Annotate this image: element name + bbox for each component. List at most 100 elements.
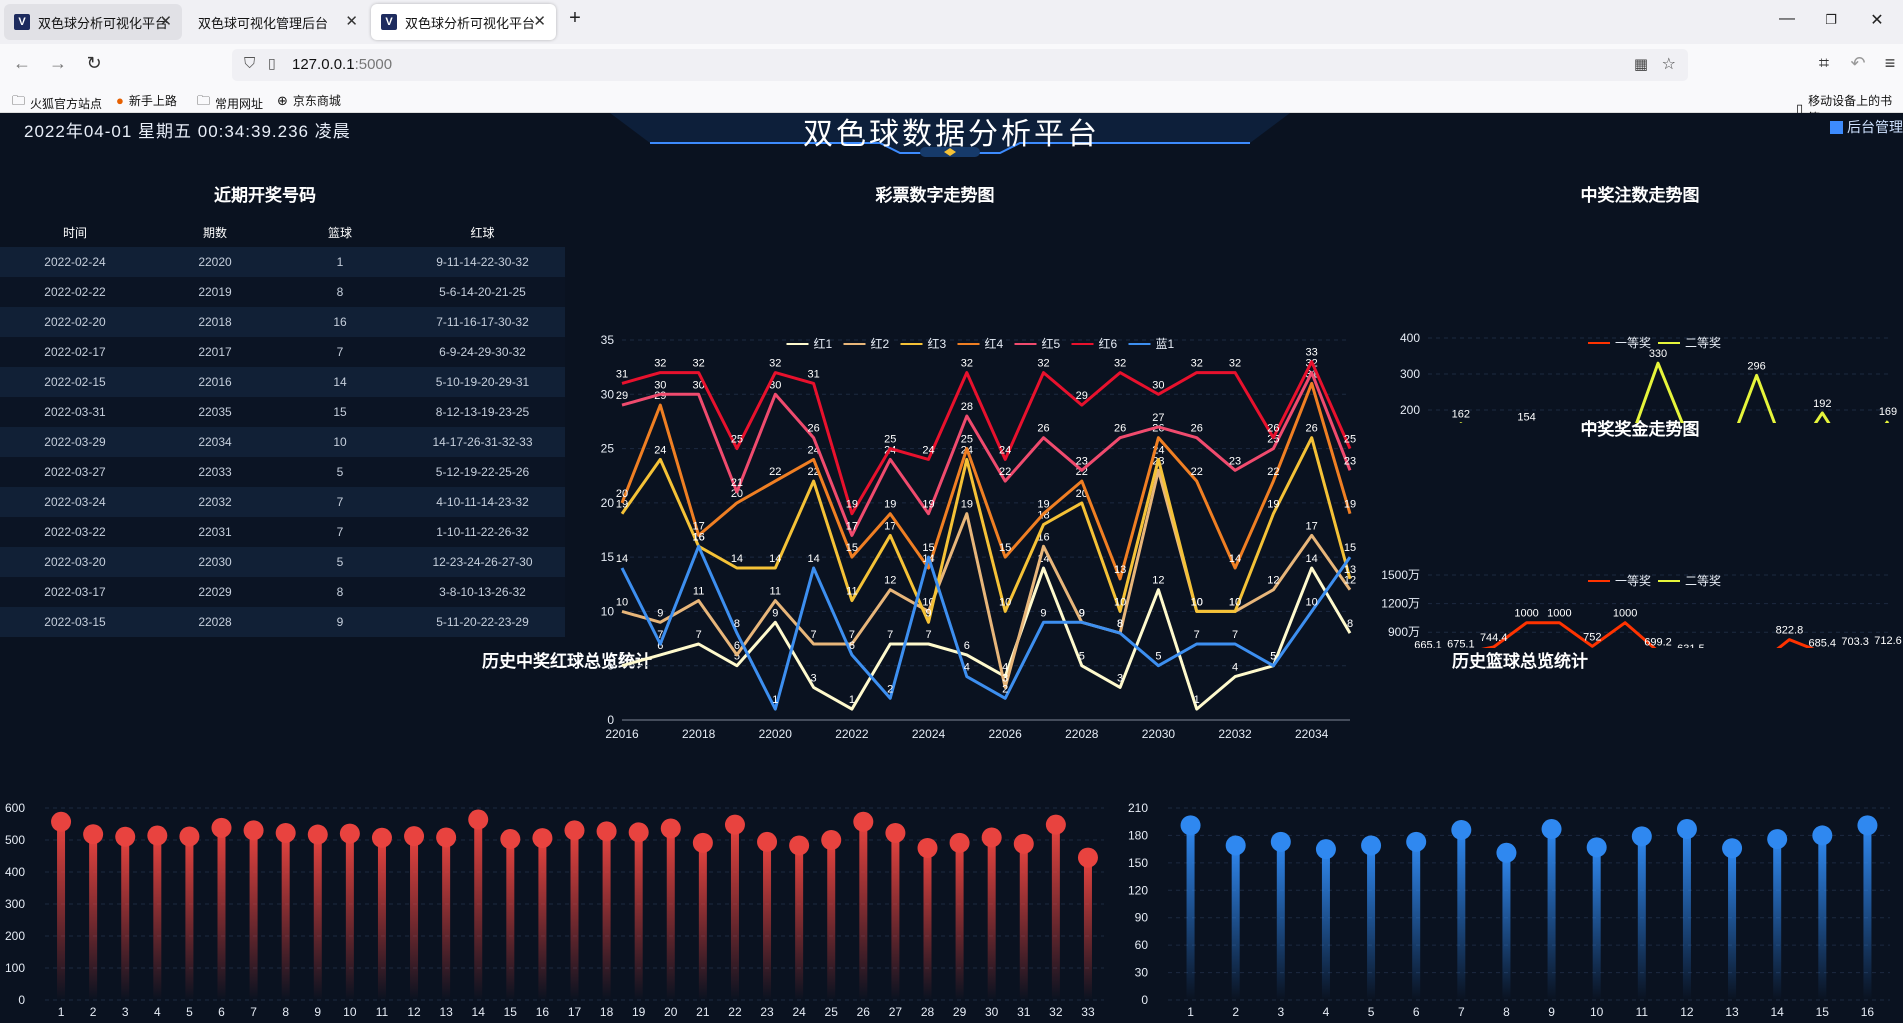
minimize-window-icon[interactable]: — <box>1772 10 1802 28</box>
bar <box>1592 847 1601 1000</box>
data-label: 19 <box>922 499 934 511</box>
admin-link[interactable]: 后台管理 <box>1830 117 1903 137</box>
firefox-icon: ● <box>116 93 124 108</box>
x-tick-label: 13 <box>1725 1005 1739 1019</box>
table-cell: 7 <box>280 517 400 547</box>
x-tick-label: 24 <box>792 1005 806 1019</box>
data-label: 7 <box>1194 629 1200 641</box>
y-tick-label: 5 <box>607 659 614 673</box>
close-tab-icon[interactable]: ✕ <box>345 12 358 30</box>
data-label: 7 <box>887 629 893 641</box>
data-label: 4 <box>964 662 970 674</box>
x-tick-label: 5 <box>186 1005 193 1019</box>
bar-cap <box>1406 831 1427 852</box>
data-label: 9 <box>1040 607 1046 619</box>
address-bar[interactable]: ⛉ ▯ 127.0.0.1:5000 ▦ ☆ <box>232 49 1688 81</box>
data-label: 24 <box>922 444 934 456</box>
x-tick-label: 8 <box>282 1005 289 1019</box>
x-tick-label: 29 <box>953 1005 967 1019</box>
bar-cap <box>1722 838 1743 859</box>
bar-cap <box>885 822 906 843</box>
bar-cap <box>692 832 713 853</box>
x-tick-label: 11 <box>376 1005 389 1019</box>
qr-code-icon[interactable]: ▦ <box>1634 55 1648 73</box>
page-info-icon[interactable]: ▯ <box>268 55 276 72</box>
bar <box>185 836 194 1000</box>
data-label: 32 <box>1191 358 1203 370</box>
bar-cap <box>1361 835 1382 856</box>
close-window-icon[interactable]: ✕ <box>1862 10 1892 30</box>
bar <box>987 837 996 1000</box>
y-tick-label: 0 <box>1141 993 1148 1007</box>
star-bookmark-icon[interactable]: ☆ <box>1662 54 1676 74</box>
bar <box>506 839 515 1000</box>
bar-cap <box>1541 819 1562 840</box>
site-favicon-icon: V <box>381 14 397 30</box>
table-cell: 22032 <box>150 487 280 517</box>
bar-cap <box>179 826 200 847</box>
legend-label: 二等奖 <box>1685 574 1721 588</box>
y-tick-label: 1500万 <box>1381 568 1420 582</box>
table-cell: 2022-02-17 <box>0 337 150 367</box>
bar <box>1276 841 1285 1000</box>
data-label: 685.4 <box>1809 638 1837 648</box>
data-label: 20 <box>616 488 628 500</box>
restore-window-icon[interactable]: ❐ <box>1816 12 1846 28</box>
legend-label: 红6 <box>1099 336 1118 351</box>
reload-icon[interactable]: ↻ <box>82 53 106 74</box>
shield-icon: ⛉ <box>244 55 256 72</box>
bar <box>1231 845 1240 1000</box>
x-tick-label: 12 <box>1680 1005 1694 1019</box>
bar-cap <box>115 826 136 847</box>
data-label: 26 <box>1037 423 1049 435</box>
bar <box>1728 848 1737 1000</box>
table-cell: 16 <box>280 307 400 337</box>
data-label: 5 <box>1079 651 1085 663</box>
y-tick-label: 500 <box>5 833 25 847</box>
undo-icon[interactable]: ↶ <box>1846 53 1870 74</box>
data-label: 19 <box>1267 499 1279 511</box>
table-cell: 15 <box>280 397 400 427</box>
back-arrow-icon[interactable]: ← <box>10 53 34 74</box>
browser-tab-active[interactable]: V 双色球分析可视化平台 ✕ <box>371 4 556 40</box>
bookmark-item[interactable]: ⊕ 京东商城 <box>277 92 341 109</box>
x-tick-label: 4 <box>154 1005 161 1019</box>
table-row: 2022-03-15 22028 9 5-11-20-22-23-29 <box>0 607 565 637</box>
menu-icon[interactable]: ≡ <box>1878 53 1902 74</box>
close-tab-icon[interactable]: ✕ <box>533 12 546 30</box>
bookmark-item[interactable]: ● 新手上路 <box>116 92 177 109</box>
bar <box>666 828 675 1000</box>
forward-arrow-icon[interactable]: → <box>46 53 70 74</box>
table-cell: 7 <box>280 337 400 367</box>
bookmark-label: 京东商城 <box>292 94 341 108</box>
x-tick-label: 9 <box>1548 1005 1555 1019</box>
table-cell: 22029 <box>150 577 280 607</box>
x-tick-label: 4 <box>1323 1005 1330 1019</box>
data-label: 31 <box>616 368 628 380</box>
legend-label: 红3 <box>928 336 947 351</box>
y-tick-label: 100 <box>5 961 25 975</box>
x-tick-label: 15 <box>1816 1005 1830 1019</box>
bar <box>730 824 739 1000</box>
bar-cap <box>404 826 425 847</box>
bar <box>1773 839 1782 1000</box>
data-label: 5 <box>1270 651 1276 663</box>
close-tab-icon[interactable]: ✕ <box>159 12 172 30</box>
bar <box>442 837 451 1000</box>
x-tick-label: 8 <box>1503 1005 1510 1019</box>
table-cell: 9-11-14-22-30-32 <box>400 247 565 277</box>
browser-tab[interactable]: V 双色球分析可视化平台 ✕ <box>4 4 182 40</box>
data-label: 26 <box>1114 423 1126 435</box>
table-cell: 2022-02-20 <box>0 307 150 337</box>
bar <box>1818 835 1827 1000</box>
bar-cap <box>339 823 360 844</box>
y-tick-label: 400 <box>5 865 25 879</box>
browser-tab[interactable]: 双色球可视化管理后台 ✕ <box>184 4 368 40</box>
y-tick-label: 15 <box>601 550 615 564</box>
y-tick-label: 300 <box>1400 367 1420 381</box>
bar <box>1637 836 1646 1000</box>
data-label: 5 <box>619 651 625 663</box>
new-tab-icon[interactable]: + <box>560 7 590 30</box>
data-label: 33 <box>1306 347 1318 359</box>
screenshot-crop-icon[interactable]: ⌗ <box>1812 53 1836 74</box>
